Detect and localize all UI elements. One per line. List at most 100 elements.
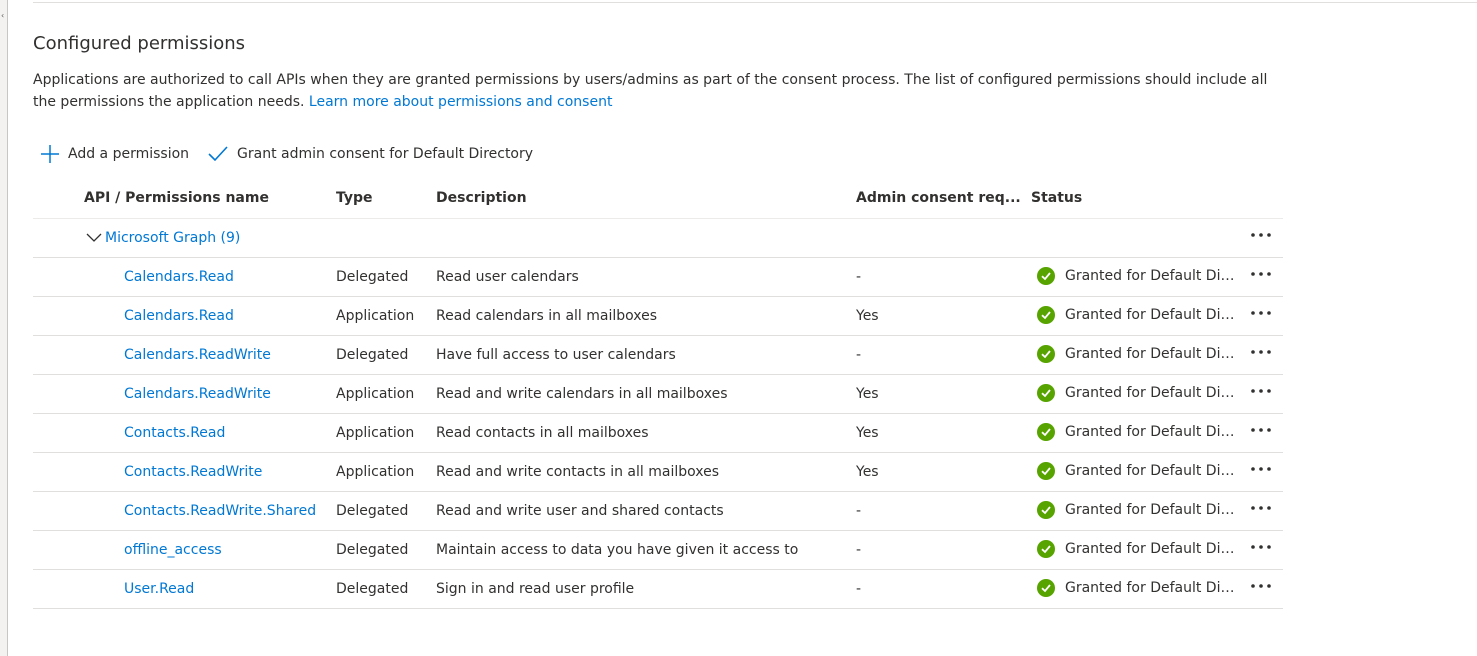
admin-consent-required: Yes xyxy=(856,425,879,441)
permission-description: Have full access to user calendars xyxy=(436,347,676,363)
check-circle-icon xyxy=(1037,540,1055,558)
status-text: Granted for Default Directory xyxy=(1065,541,1235,557)
admin-consent-required: - xyxy=(856,347,862,363)
table-row: Calendars.ReadWrite Application Read and… xyxy=(33,375,1283,414)
table-row: Contacts.ReadWrite.Shared Delegated Read… xyxy=(33,492,1283,531)
more-options-icon[interactable] xyxy=(1248,380,1274,402)
status-text: Granted for Default Directory xyxy=(1065,268,1235,284)
admin-consent-required: - xyxy=(856,542,862,558)
table-row: offline_access Delegated Maintain access… xyxy=(33,531,1283,570)
permission-name-link[interactable]: User.Read xyxy=(124,581,194,597)
status-cell: Granted for Default Directory xyxy=(1037,267,1237,285)
more-options-icon[interactable] xyxy=(1248,302,1274,324)
status-text: Granted for Default Directory xyxy=(1065,385,1235,401)
permission-description: Read calendars in all mailboxes xyxy=(436,308,658,324)
status-cell: Granted for Default Directory xyxy=(1037,501,1237,519)
header-admin-consent[interactable]: Admin consent req... xyxy=(856,190,1021,206)
top-divider xyxy=(33,2,1477,3)
permission-name-link[interactable]: offline_access xyxy=(124,542,222,558)
admin-consent-required: Yes xyxy=(856,308,879,324)
group-row-microsoft-graph: Microsoft Graph (9) xyxy=(33,219,1283,258)
status-text: Granted for Default Directory xyxy=(1065,502,1235,518)
permission-name-link[interactable]: Contacts.Read xyxy=(124,425,225,441)
status-cell: Granted for Default Directory xyxy=(1037,306,1237,324)
toolbar: Add a permission Grant admin consent for… xyxy=(40,140,551,168)
status-cell: Granted for Default Directory xyxy=(1037,345,1237,363)
permission-description: Read and write contacts in all mailboxes xyxy=(436,464,720,480)
more-options-icon[interactable] xyxy=(1248,263,1274,285)
table-row: User.Read Delegated Sign in and read use… xyxy=(33,570,1283,609)
admin-consent-required: Yes xyxy=(856,464,879,480)
permission-description: Read user calendars xyxy=(436,269,579,285)
permission-name-link[interactable]: Calendars.ReadWrite xyxy=(124,386,271,402)
permission-name-link[interactable]: Calendars.Read xyxy=(124,308,234,324)
header-type[interactable]: Type xyxy=(336,190,373,206)
checkmark-icon xyxy=(208,146,228,162)
header-description[interactable]: Description xyxy=(436,190,527,206)
admin-consent-required: - xyxy=(856,581,862,597)
check-circle-icon xyxy=(1037,345,1055,363)
check-circle-icon xyxy=(1037,384,1055,402)
permission-type: Delegated xyxy=(336,347,409,363)
permission-description: Maintain access to data you have given i… xyxy=(436,542,799,558)
header-status[interactable]: Status xyxy=(1031,190,1082,206)
admin-consent-required: - xyxy=(856,503,862,519)
status-text: Granted for Default Directory xyxy=(1065,424,1235,440)
left-scroll-rail[interactable]: ‹ xyxy=(0,0,8,656)
permission-description: Read and write user and shared contacts xyxy=(436,503,724,519)
table-row: Calendars.ReadWrite Delegated Have full … xyxy=(33,336,1283,375)
more-options-icon[interactable] xyxy=(1248,458,1274,480)
page-title: Configured permissions xyxy=(33,33,246,54)
permissions-grid: API / Permissions name Type Description … xyxy=(33,180,1283,609)
table-row: Contacts.ReadWrite Application Read and … xyxy=(33,453,1283,492)
permission-name-link[interactable]: Calendars.Read xyxy=(124,269,234,285)
more-options-icon[interactable] xyxy=(1248,575,1274,597)
status-text: Granted for Default Directory xyxy=(1065,463,1235,479)
status-cell: Granted for Default Directory xyxy=(1037,462,1237,480)
status-cell: Granted for Default Directory xyxy=(1037,540,1237,558)
intro-text: Applications are authorized to call APIs… xyxy=(33,69,1283,113)
more-options-icon[interactable] xyxy=(1248,536,1274,558)
permission-type: Delegated xyxy=(336,581,409,597)
grant-admin-consent-button[interactable]: Grant admin consent for Default Director… xyxy=(207,144,533,164)
more-options-icon[interactable] xyxy=(1248,341,1274,363)
table-row: Contacts.Read Application Read contacts … xyxy=(33,414,1283,453)
permission-rows: Calendars.Read Delegated Read user calen… xyxy=(33,258,1283,609)
more-options-icon[interactable] xyxy=(1248,224,1274,246)
status-cell: Granted for Default Directory xyxy=(1037,579,1237,597)
check-circle-icon xyxy=(1037,306,1055,324)
group-label: Microsoft Graph (9) xyxy=(105,230,241,246)
permission-type: Application xyxy=(336,464,415,480)
table-row: Calendars.Read Delegated Read user calen… xyxy=(33,258,1283,297)
permission-name-link[interactable]: Contacts.ReadWrite.Shared xyxy=(124,503,316,519)
group-toggle[interactable]: Microsoft Graph (9) xyxy=(86,230,240,246)
check-circle-icon xyxy=(1037,423,1055,441)
permission-name-link[interactable]: Contacts.ReadWrite xyxy=(124,464,262,480)
status-cell: Granted for Default Directory xyxy=(1037,423,1237,441)
permission-description: Read contacts in all mailboxes xyxy=(436,425,649,441)
add-permission-button[interactable]: Add a permission xyxy=(40,144,189,164)
permission-type: Delegated xyxy=(336,503,409,519)
status-text: Granted for Default Directory xyxy=(1065,307,1235,323)
permission-type: Application xyxy=(336,308,415,324)
plus-icon xyxy=(41,145,59,163)
status-text: Granted for Default Directory xyxy=(1065,346,1235,362)
permission-description: Sign in and read user profile xyxy=(436,581,635,597)
status-text: Granted for Default Directory xyxy=(1065,580,1235,596)
check-circle-icon xyxy=(1037,579,1055,597)
permission-type: Delegated xyxy=(336,269,409,285)
add-permission-label: Add a permission xyxy=(68,146,190,162)
more-options-icon[interactable] xyxy=(1248,419,1274,441)
permission-description: Read and write calendars in all mailboxe… xyxy=(436,386,728,402)
header-name[interactable]: API / Permissions name xyxy=(84,190,269,206)
admin-consent-required: - xyxy=(856,269,862,285)
more-options-icon[interactable] xyxy=(1248,497,1274,519)
intro-body: Applications are authorized to call APIs… xyxy=(33,72,1268,110)
check-circle-icon xyxy=(1037,501,1055,519)
chevron-down-icon xyxy=(86,233,102,242)
permission-name-link[interactable]: Calendars.ReadWrite xyxy=(124,347,271,363)
table-row: Calendars.Read Application Read calendar… xyxy=(33,297,1283,336)
status-cell: Granted for Default Directory xyxy=(1037,384,1237,402)
learn-more-link[interactable]: Learn more about permissions and consent xyxy=(309,94,613,110)
grid-header: API / Permissions name Type Description … xyxy=(33,180,1283,219)
